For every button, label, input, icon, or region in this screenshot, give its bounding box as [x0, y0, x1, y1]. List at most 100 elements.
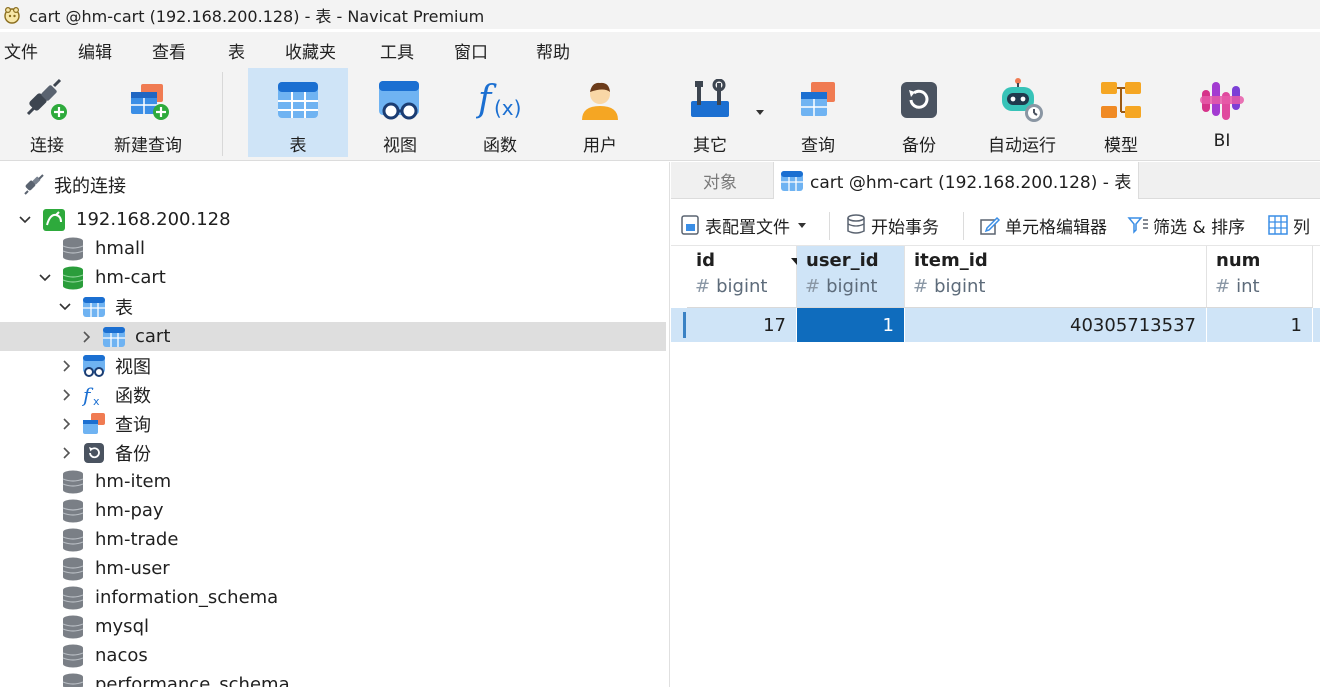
tree-db-hm-user[interactable]: hm-user — [0, 554, 666, 583]
menu-file[interactable]: 文件 — [4, 38, 38, 63]
chevron-right-icon[interactable] — [60, 388, 74, 402]
table-button[interactable]: 表 — [248, 68, 348, 157]
table-row[interactable]: 17 1 40305713537 1 — [671, 308, 1320, 342]
filter-sort-button[interactable]: 筛选 & 排序 — [1127, 210, 1245, 240]
other-dropdown-caret-icon[interactable] — [756, 110, 764, 115]
tree-connection[interactable]: 192.168.200.128 — [0, 205, 666, 234]
plug-icon — [22, 76, 72, 124]
column-type-label: bigint — [826, 276, 878, 297]
tree-label: performance_schema — [95, 674, 290, 687]
database-icon — [61, 644, 85, 668]
table-icon — [780, 169, 806, 193]
user-button[interactable]: 用户 — [552, 68, 648, 157]
columns-label: 列 — [1293, 217, 1310, 238]
column-header-num[interactable]: num # int — [1207, 246, 1313, 308]
table-profile-button[interactable]: 表配置文件 — [679, 210, 806, 240]
menu-help[interactable]: 帮助 — [536, 38, 570, 63]
columns-button[interactable]: 列 — [1267, 210, 1310, 240]
tree-db-nacos[interactable]: nacos — [0, 641, 666, 670]
cell-user-id[interactable]: 1 — [797, 308, 905, 342]
new-query-label: 新建查询 — [114, 136, 182, 156]
query-label: 查询 — [801, 136, 835, 156]
column-header-user-id[interactable]: user_id # bigint — [797, 246, 905, 308]
menu-view[interactable]: 查看 — [152, 38, 186, 63]
new-query-icon — [123, 76, 173, 124]
svg-text:(x): (x) — [494, 96, 521, 120]
tree-db-hm-item[interactable]: hm-item — [0, 467, 666, 496]
chevron-right-icon[interactable] — [60, 446, 74, 460]
tree-db-hm-pay[interactable]: hm-pay — [0, 496, 666, 525]
automation-label: 自动运行 — [988, 136, 1056, 156]
backup-button[interactable]: 备份 — [871, 68, 967, 157]
view-button[interactable]: 视图 — [352, 68, 448, 157]
begin-transaction-button[interactable]: 开始事务 — [845, 210, 939, 240]
tree-group-backups[interactable]: 备份 — [0, 438, 666, 467]
new-query-button[interactable]: 新建查询 — [100, 68, 196, 157]
navicat-logo-icon — [1, 4, 23, 26]
other-button[interactable]: 其它 — [662, 68, 758, 157]
tree-db-information-schema[interactable]: information_schema — [0, 583, 666, 612]
tree-db-hmall[interactable]: hmall — [0, 234, 666, 263]
tree-label: hm-pay — [95, 500, 164, 521]
column-name: id — [696, 250, 716, 271]
chevron-down-icon[interactable] — [38, 271, 52, 285]
tree-label: 查询 — [115, 414, 151, 436]
column-header-id[interactable]: id # bigint — [687, 246, 803, 308]
menu-tools[interactable]: 工具 — [380, 38, 414, 63]
tree-group-views[interactable]: 视图 — [0, 351, 666, 380]
tree-db-hm-trade[interactable]: hm-trade — [0, 525, 666, 554]
column-name: user_id — [806, 250, 879, 271]
chevron-right-icon[interactable] — [80, 330, 94, 344]
menu-edit[interactable]: 编辑 — [78, 38, 112, 63]
chevron-right-icon[interactable] — [60, 359, 74, 373]
chevron-down-icon — [798, 222, 806, 228]
connect-button[interactable]: 连接 — [0, 68, 94, 157]
database-icon — [61, 586, 85, 610]
tree-label: hmall — [95, 238, 145, 259]
tree-group-functions[interactable]: f x 函数 — [0, 380, 666, 409]
chevron-right-icon[interactable] — [60, 417, 74, 431]
database-icon — [61, 557, 85, 581]
function-button[interactable]: f (x) 函数 — [452, 68, 548, 157]
menu-favorites[interactable]: 收藏夹 — [285, 38, 336, 63]
tree-label: mysql — [95, 616, 149, 637]
table-icon — [102, 325, 126, 349]
model-button[interactable]: 模型 — [1073, 68, 1169, 157]
tab-objects[interactable]: 对象 — [703, 162, 737, 199]
grid-columns-icon — [1267, 214, 1289, 236]
tree-db-performance-schema[interactable]: performance_schema — [0, 670, 666, 687]
table-toolbar: 表配置文件 开始事务 单元格编辑器 筛选 & 排序 列 — [671, 202, 1320, 246]
other-label: 其它 — [693, 136, 727, 156]
tab-bar: 对象 cart @hm-cart (192.168.200.128) - 表 — [671, 162, 1320, 199]
tree-label: information_schema — [95, 587, 279, 608]
menu-window[interactable]: 窗口 — [454, 38, 488, 63]
model-label: 模型 — [1104, 136, 1138, 156]
tree-db-mysql[interactable]: mysql — [0, 612, 666, 641]
cell-item-id[interactable]: 40305713537 — [905, 308, 1207, 342]
tree-db-hm-cart[interactable]: hm-cart — [0, 263, 666, 292]
bi-button[interactable]: BI — [1174, 68, 1270, 157]
query-button[interactable]: 查询 — [770, 68, 866, 157]
user-icon — [575, 76, 625, 124]
tree-group-tables[interactable]: 表 — [0, 292, 666, 321]
user-label: 用户 — [583, 136, 617, 156]
column-header-item-id[interactable]: item_id # bigint — [905, 246, 1207, 308]
cell-id[interactable]: 17 — [687, 308, 797, 342]
cell-num[interactable]: 1 — [1207, 308, 1313, 342]
plug-icon — [22, 173, 46, 197]
view-icon — [375, 76, 425, 124]
tree-root-my-connections[interactable]: 我的连接 — [0, 170, 666, 199]
cell-editor-button[interactable]: 单元格编辑器 — [979, 210, 1107, 240]
menu-table[interactable]: 表 — [228, 38, 245, 63]
column-name: item_id — [914, 250, 988, 271]
column-type-label: int — [1236, 276, 1260, 297]
chevron-down-icon[interactable] — [18, 213, 32, 227]
tab-cart-table[interactable]: cart @hm-cart (192.168.200.128) - 表 — [773, 162, 1139, 199]
tree-label: hm-user — [95, 558, 170, 579]
column-type-label: bigint — [716, 276, 768, 297]
tree-group-queries[interactable]: 查询 — [0, 409, 666, 438]
automation-button[interactable]: 自动运行 — [970, 68, 1074, 157]
tree-table-cart[interactable]: cart — [0, 322, 666, 351]
toolbar-separator — [963, 212, 964, 240]
chevron-down-icon[interactable] — [58, 300, 72, 314]
